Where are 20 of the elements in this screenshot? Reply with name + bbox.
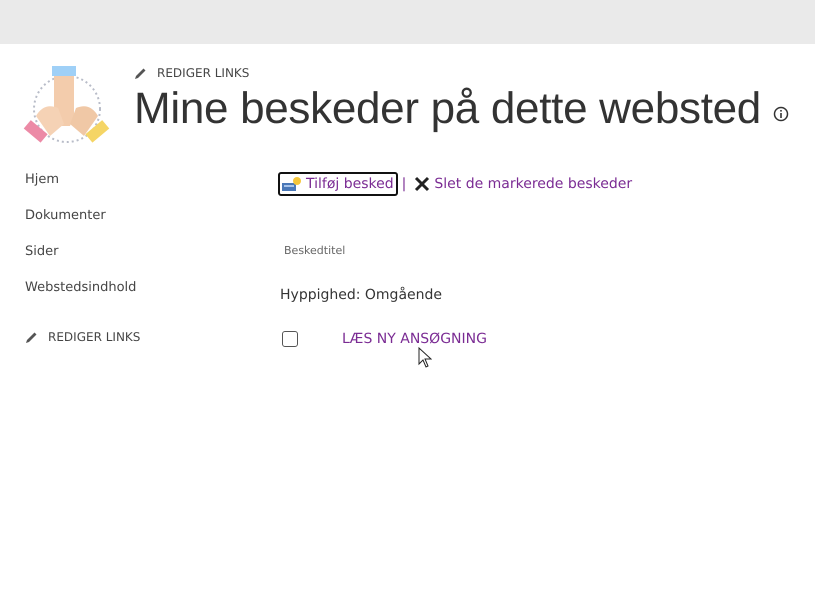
column-header: Beskedtitel	[284, 244, 346, 257]
edit-links-link[interactable]: REDIGER LINKS	[134, 66, 789, 80]
alert-link[interactable]: LÆS NY ANSØGNING	[342, 331, 487, 347]
pencil-icon	[134, 66, 147, 80]
separator: |	[402, 176, 406, 192]
message-icon	[282, 176, 302, 192]
pencil-icon	[25, 330, 38, 344]
add-alert-link[interactable]: Tilføj besked	[278, 172, 398, 196]
edit-links-link[interactable]: REDIGER LINKS	[25, 330, 278, 344]
close-icon	[414, 176, 430, 192]
sidebar-item[interactable]: Hjem	[25, 172, 278, 208]
sidebar-item[interactable]: Dokumenter	[25, 208, 278, 244]
mouse-pointer-icon	[418, 347, 432, 369]
group-heading: Hyppighed: Omgående	[280, 287, 444, 303]
delete-alerts-link[interactable]: Slet de markerede beskeder	[410, 172, 636, 196]
page-title: Mine beskeder på dette websted	[134, 84, 761, 134]
sidebar-item[interactable]: Sider	[25, 244, 278, 280]
info-icon[interactable]	[772, 106, 789, 122]
checkbox[interactable]	[282, 331, 298, 347]
sidebar-item[interactable]: Webstedsindhold	[25, 280, 278, 316]
